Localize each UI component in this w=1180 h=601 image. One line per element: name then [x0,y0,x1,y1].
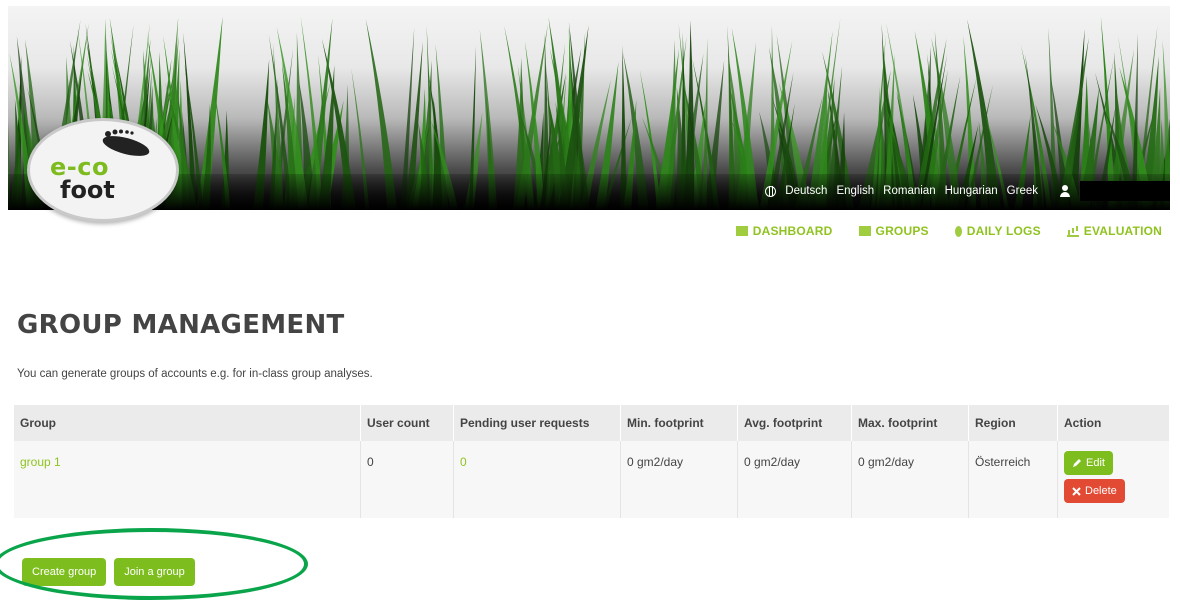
nav-evaluation-label: EVALUATION [1083,224,1162,238]
table-row: group 1 0 0 0 gm2/day 0 gm2/day 0 gm2/da… [14,441,1169,518]
nav-daily-logs-label: DAILY LOGS [966,224,1041,238]
bar-chart-icon [1066,225,1079,237]
pending-requests-link[interactable]: 0 [460,455,467,469]
group-name-link[interactable]: group 1 [20,455,61,469]
language-bar: Deutsch English Romanian Hungarian Greek [765,180,1170,202]
edit-button-label: Edit [1086,457,1105,469]
delete-button[interactable]: Delete [1064,479,1125,503]
col-header-group: Group [14,405,361,441]
lang-english[interactable]: English [836,185,874,197]
action-cell: Edit Delete [1057,441,1169,518]
globe-icon [765,185,777,197]
user-count-cell: 0 [360,441,454,518]
lang-greek[interactable]: Greek [1007,185,1038,197]
create-group-button[interactable]: Create group [22,558,107,586]
col-header-user-count: User count [360,405,454,441]
table-header-row: Group User count Pending user requests M… [14,405,1169,441]
col-header-avg: Avg. footprint [737,405,852,441]
region-cell: Österreich [968,441,1058,518]
group-actions: Create group Join a group [22,558,195,586]
min-footprint-cell: 0 gm2/day [620,441,738,518]
lang-hungarian[interactable]: Hungarian [945,185,998,197]
close-icon [1072,486,1081,496]
delete-button-label: Delete [1085,485,1117,497]
pencil-icon [1073,459,1081,467]
lang-romanian[interactable]: Romanian [883,185,935,197]
groups-icon [858,226,871,236]
edit-button[interactable]: Edit [1064,451,1113,475]
join-group-button[interactable]: Join a group [114,558,195,586]
max-footprint-cell: 0 gm2/day [851,441,969,518]
main-nav: DASHBOARD GROUPS DAILY LOGS EVALUATION [735,224,1162,238]
col-header-max: Max. footprint [851,405,969,441]
logo[interactable]: e-co foot [27,118,179,222]
user-name-redacted[interactable] [1080,181,1170,201]
logo-text-foot: foot [60,176,115,204]
groups-table: Group User count Pending user requests M… [14,405,1169,518]
dashboard-icon [735,226,748,236]
col-header-region: Region [968,405,1058,441]
col-header-min: Min. footprint [620,405,738,441]
nav-dashboard-label: DASHBOARD [752,224,833,238]
user-icon[interactable] [1059,185,1071,197]
nav-daily-logs[interactable]: DAILY LOGS [954,224,1041,238]
nav-groups[interactable]: GROUPS [858,224,929,238]
lang-deutsch[interactable]: Deutsch [785,185,827,197]
nav-dashboard[interactable]: DASHBOARD [735,224,833,238]
nav-evaluation[interactable]: EVALUATION [1066,224,1162,238]
col-header-pending: Pending user requests [453,405,621,441]
pin-icon [954,225,962,237]
col-header-action: Action [1057,405,1169,441]
page-title: GROUP MANAGEMENT [17,310,345,340]
page-description: You can generate groups of accounts e.g.… [17,368,373,380]
avg-footprint-cell: 0 gm2/day [737,441,852,518]
nav-groups-label: GROUPS [875,224,929,238]
